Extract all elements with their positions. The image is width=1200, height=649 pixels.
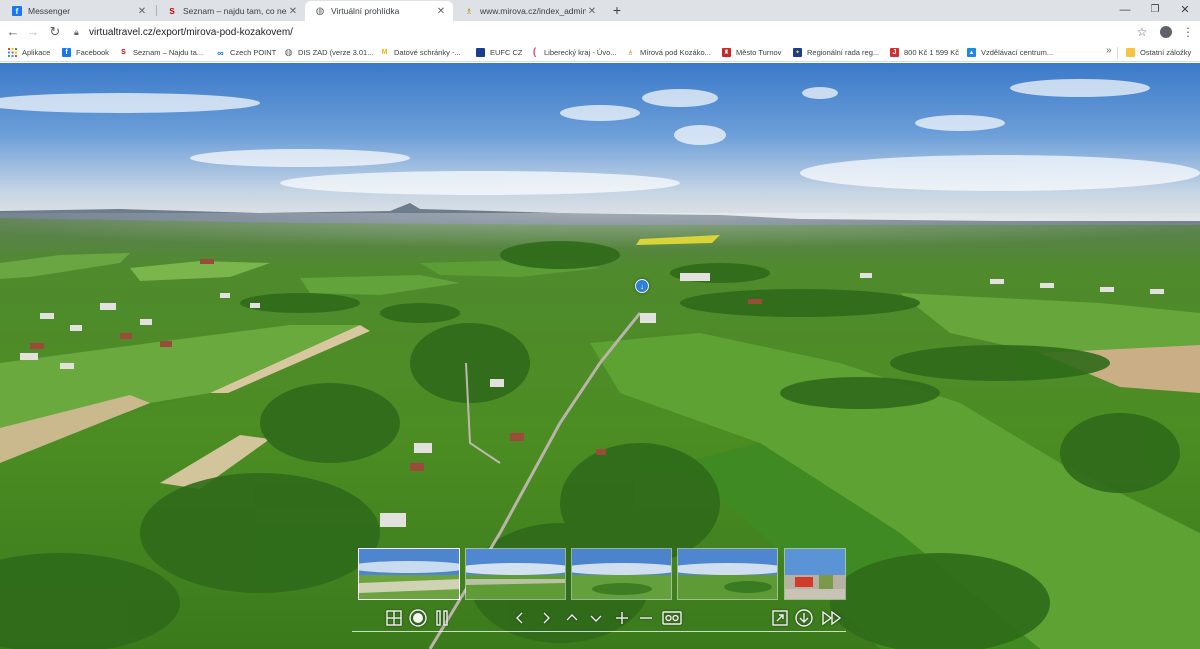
zoom-out-icon[interactable] bbox=[636, 608, 656, 628]
profile-avatar-icon[interactable] bbox=[1160, 26, 1172, 38]
bookmark-czech-point[interactable]: ∞ Czech POINT bbox=[216, 46, 276, 59]
url-text: virtualtravel.cz/export/mirova-pod-kozak… bbox=[89, 26, 293, 38]
close-window-icon[interactable]: ✕ bbox=[1170, 0, 1200, 21]
eu-flag-icon: ✦ bbox=[793, 48, 802, 57]
bookmark-mirova[interactable]: ♗ Mírová pod Kozáko... bbox=[626, 46, 711, 59]
scene-thumbnail-4[interactable] bbox=[677, 548, 778, 600]
bookmark-label: Seznam – Najdu ta... bbox=[133, 48, 204, 57]
seznam-icon: S bbox=[121, 49, 126, 56]
bookmark-label: EUFC CZ bbox=[490, 48, 523, 57]
bookmark-shop[interactable]: J 800 Kč 1 599 Kč bbox=[890, 46, 959, 59]
navigation-hotspot-icon[interactable]: ↓ bbox=[635, 279, 649, 293]
forward-button[interactable]: → bbox=[24, 23, 42, 41]
fullscreen-icon[interactable] bbox=[770, 608, 790, 628]
bookmark-label: Liberecký kraj - Úvo... bbox=[544, 48, 617, 57]
bookmark-label: Regionální rada reg... bbox=[807, 48, 880, 57]
bookmark-label: Datové schránky -... bbox=[394, 48, 461, 57]
tab-seznam[interactable]: S Seznam – najdu tam, co neznám ✕ bbox=[157, 1, 305, 21]
scene-thumbnail-1[interactable] bbox=[358, 548, 460, 600]
globe-icon: ◍ bbox=[284, 47, 293, 57]
folder-icon bbox=[1126, 48, 1135, 57]
bookmark-datove-schranky[interactable]: M Datové schránky -... bbox=[380, 46, 461, 59]
bookmarks-bar: Aplikace f Facebook S Seznam – Najdu ta.… bbox=[0, 43, 1200, 62]
bookmark-label: 800 Kč 1 599 Kč bbox=[904, 48, 960, 57]
eufc-icon bbox=[476, 48, 485, 57]
bookmark-label: Czech POINT bbox=[230, 48, 277, 57]
restore-icon[interactable]: ❐ bbox=[1140, 0, 1170, 21]
tab-mirova-admin[interactable]: ♗ www.mirova.cz/index_admin.php ✕ bbox=[454, 1, 604, 21]
browser-toolbar: ← → ↻ 🔒︎ virtualtravel.cz/export/mirova-… bbox=[0, 21, 1200, 43]
bookmark-label: Aplikace bbox=[22, 48, 51, 57]
bookmark-liberecky-kraj[interactable]: ( Liberecký kraj - Úvo... bbox=[530, 46, 617, 59]
bookmark-facebook[interactable]: f Facebook bbox=[62, 46, 109, 59]
pan-down-icon[interactable] bbox=[586, 608, 606, 628]
pause-icon[interactable] bbox=[432, 608, 452, 628]
download-icon[interactable] bbox=[794, 608, 814, 628]
scene-thumbnail-3[interactable] bbox=[571, 548, 672, 600]
bookmark-label: Město Turnov bbox=[736, 48, 782, 57]
mirova-icon: ♗ bbox=[465, 6, 473, 16]
viewer-controls bbox=[370, 606, 848, 630]
tab-title: Messenger bbox=[28, 6, 71, 16]
tab-title: Virtuální prohlídka bbox=[331, 6, 400, 16]
datove-schranky-icon: M bbox=[381, 49, 388, 56]
address-bar[interactable]: 🔒︎ virtualtravel.cz/export/mirova-pod-ko… bbox=[74, 22, 1154, 42]
shop-icon: J bbox=[890, 48, 899, 57]
turnov-icon: ♜ bbox=[722, 48, 731, 57]
zoom-in-icon[interactable] bbox=[612, 608, 632, 628]
pan-right-icon[interactable] bbox=[536, 608, 556, 628]
bookmark-vzdelavaci-centrum[interactable]: ▲ Vzdělávací centrum... bbox=[967, 46, 1053, 59]
bookmark-label: Mírová pod Kozáko... bbox=[640, 48, 711, 57]
bookmark-seznam[interactable]: S Seznam – Najdu ta... bbox=[119, 46, 203, 59]
czech-point-icon: ∞ bbox=[217, 47, 224, 58]
globe-icon: ◍ bbox=[315, 5, 325, 17]
back-button[interactable]: ← bbox=[4, 23, 22, 41]
scene-thumbnail-5[interactable] bbox=[784, 548, 846, 600]
scene-thumbnails bbox=[358, 548, 850, 600]
close-tab-icon[interactable]: ✕ bbox=[136, 6, 148, 17]
panorama-viewer[interactable]: ↓ bbox=[0, 63, 1200, 649]
browser-menu-icon[interactable]: ⋮ bbox=[1182, 23, 1194, 41]
new-tab-button[interactable]: + bbox=[609, 2, 625, 19]
tab-title: Seznam – najdu tam, co neznám bbox=[183, 6, 287, 16]
scene-thumbnail-2[interactable] bbox=[465, 548, 566, 600]
lock-icon[interactable]: 🔒︎ bbox=[74, 27, 86, 38]
thumbnails-grid-icon[interactable] bbox=[384, 608, 404, 628]
vr-mode-icon[interactable] bbox=[662, 608, 682, 628]
bookmark-mesto-turnov[interactable]: ♜ Město Turnov bbox=[722, 46, 781, 59]
facebook-icon: f bbox=[62, 48, 71, 57]
pan-up-icon[interactable] bbox=[562, 608, 582, 628]
bookmark-eufc[interactable]: EUFC CZ bbox=[476, 46, 523, 59]
controls-divider bbox=[352, 631, 846, 632]
bookmark-label: Vzdělávací centrum... bbox=[981, 48, 1054, 57]
close-tab-icon[interactable]: ✕ bbox=[287, 6, 299, 17]
liberecky-kraj-icon: ( bbox=[532, 47, 537, 58]
bookmark-star-icon[interactable]: ☆ bbox=[1134, 23, 1150, 41]
bookmark-label: DIS ZAD (verze 3.01... bbox=[298, 48, 374, 57]
tab-virtualni-prohlidka[interactable]: ◍ Virtuální prohlídka ✕ bbox=[305, 1, 453, 21]
bookmark-regionalni-rada[interactable]: ✦ Regionální rada reg... bbox=[793, 46, 879, 59]
close-tab-icon[interactable]: ✕ bbox=[435, 6, 447, 17]
pan-left-icon[interactable] bbox=[510, 608, 530, 628]
bookmark-aplikace[interactable]: Aplikace bbox=[8, 46, 50, 59]
apps-grid-icon bbox=[8, 48, 17, 57]
bookmark-other-folder[interactable]: Ostatní záložky bbox=[1126, 46, 1191, 59]
bookmark-label: Ostatní záložky bbox=[1140, 48, 1192, 57]
vzdelavaci-centrum-icon: ▲ bbox=[967, 48, 976, 57]
tab-messenger[interactable]: f Messenger ✕ bbox=[2, 1, 154, 21]
close-tab-icon[interactable]: ✕ bbox=[586, 6, 598, 17]
facebook-icon: f bbox=[12, 6, 22, 16]
bookmarks-more-icon[interactable]: » bbox=[1106, 45, 1112, 56]
next-scene-icon[interactable] bbox=[822, 608, 842, 628]
bookmarks-separator bbox=[1117, 47, 1118, 59]
tab-strip: f Messenger ✕ S Seznam – najdu tam, co n… bbox=[0, 0, 1200, 21]
mirova-icon: ♗ bbox=[627, 49, 634, 57]
minimize-icon[interactable]: — bbox=[1110, 0, 1140, 21]
reload-button[interactable]: ↻ bbox=[46, 23, 64, 41]
tab-title: www.mirova.cz/index_admin.php bbox=[480, 6, 586, 16]
seznam-icon: S bbox=[169, 6, 175, 16]
bookmark-dis-zad[interactable]: ◍ DIS ZAD (verze 3.01... bbox=[284, 46, 374, 59]
autorotate-icon[interactable] bbox=[408, 608, 428, 628]
bookmark-label: Facebook bbox=[76, 48, 109, 57]
